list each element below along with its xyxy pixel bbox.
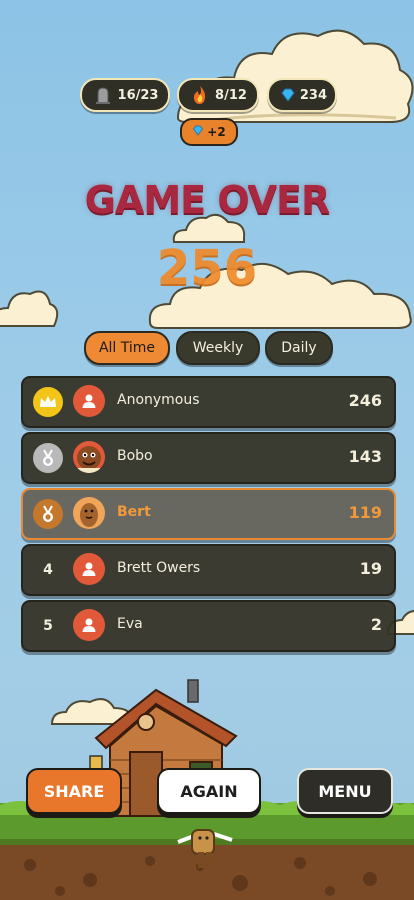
leaderboard-row: 4 Brett Owers 19 [21, 544, 396, 596]
player-name: Bobo [117, 448, 153, 464]
leaderboard-row: 5 Eva 2 [21, 600, 396, 652]
final-score: 256 [156, 240, 258, 296]
scarecrow-character [177, 829, 233, 868]
tab-daily[interactable]: Daily [265, 331, 333, 365]
streak-counter: 8/12 [177, 78, 259, 112]
game-over-screen: 16/23 8/12 234 +2 GAME OVER 256 All Time… [0, 0, 414, 900]
menu-button[interactable]: MENU [297, 768, 393, 814]
again-button[interactable]: AGAIN [157, 768, 261, 814]
streak-value: 8/12 [215, 87, 247, 103]
player-name: Brett Owers [117, 560, 201, 576]
silver-medal-icon [33, 443, 63, 473]
crown-icon [33, 387, 63, 417]
tab-all-time[interactable]: All Time [84, 331, 170, 365]
player-score: 246 [348, 391, 382, 410]
gems-counter: 234 [267, 78, 337, 112]
tab-weekly[interactable]: Weekly [176, 331, 260, 365]
user-icon [73, 609, 105, 641]
rank-number: 4 [43, 562, 53, 578]
graves-value: 16/23 [117, 87, 159, 103]
share-button[interactable]: SHARE [26, 768, 122, 814]
user-icon [73, 553, 105, 585]
rank-number: 5 [43, 618, 53, 634]
player-name: Anonymous [117, 392, 200, 408]
bobo-character-icon [73, 441, 105, 473]
leaderboard-row-current-player: Bert 119 [21, 488, 396, 540]
player-score: 19 [359, 559, 382, 578]
gems-value: 234 [299, 87, 327, 103]
gem-bonus-badge: +2 [180, 118, 238, 146]
tombstone-icon [90, 85, 116, 105]
user-icon [73, 385, 105, 417]
fire-icon [187, 84, 213, 106]
bronze-medal-icon [33, 499, 63, 529]
leaderboard-row: Anonymous 246 [21, 376, 396, 428]
player-score: 143 [348, 447, 382, 466]
gem-bonus-value: +2 [207, 125, 226, 139]
graves-counter: 16/23 [80, 78, 170, 112]
gem-icon [192, 125, 204, 139]
player-name: Eva [117, 616, 143, 632]
leaderboard-row: Bobo 143 [21, 432, 396, 484]
player-score: 2 [370, 615, 382, 634]
bert-character-icon [73, 497, 105, 529]
game-over-title: GAME OVER [84, 178, 331, 222]
gem-icon [277, 88, 300, 102]
player-score: 119 [348, 503, 382, 522]
player-name: Bert [117, 504, 151, 520]
